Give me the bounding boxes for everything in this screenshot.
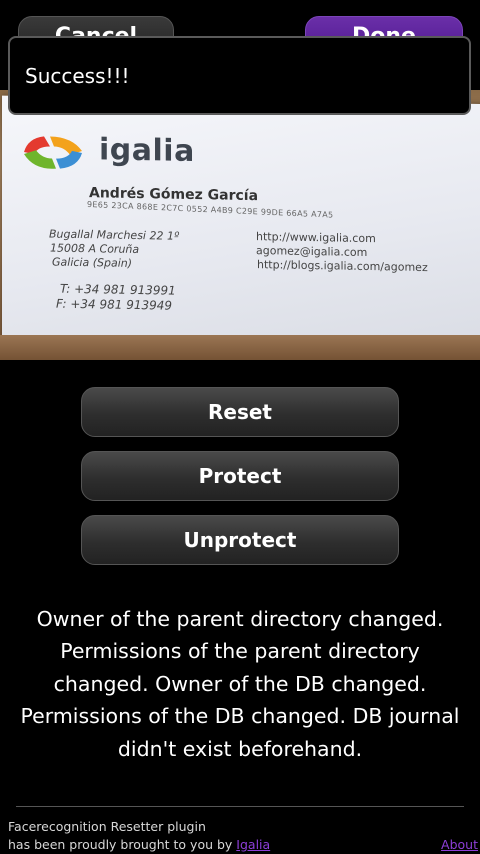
card-address-line: Bugallal Marchesi 22 1º bbox=[49, 227, 180, 243]
card-address-line: 15008 A Coruña bbox=[50, 241, 140, 257]
success-banner: Success!!! bbox=[8, 36, 471, 115]
about-link[interactable]: About bbox=[441, 836, 478, 854]
card-photo: igalia Andrés Gómez García 9E65 23CA 868… bbox=[0, 90, 480, 360]
business-card: igalia Andrés Gómez García 9E65 23CA 868… bbox=[2, 95, 480, 360]
status-message: Owner of the parent directory changed. P… bbox=[20, 607, 460, 761]
card-logo-text: igalia bbox=[99, 132, 195, 170]
footer-plugin-name: Facerecognition Resetter plugin bbox=[8, 819, 206, 834]
reset-button[interactable]: Reset bbox=[81, 387, 399, 437]
card-contact-line: http://www.igalia.com bbox=[256, 230, 376, 246]
unprotect-button[interactable]: Unprotect bbox=[81, 515, 399, 565]
footer-credit-prefix: has been proudly brought to you by bbox=[8, 837, 237, 852]
card-contact-line: http://blogs.igalia.com/agomez bbox=[257, 258, 428, 275]
footer-credits: Facerecognition Resetter plugin has been… bbox=[8, 818, 270, 854]
protect-button[interactable]: Protect bbox=[81, 451, 399, 501]
card-fax-line: F: +34 981 913949 bbox=[56, 296, 172, 313]
igalia-link[interactable]: Igalia bbox=[236, 837, 270, 852]
card-address-line: Galicia (Spain) bbox=[52, 255, 133, 270]
footer-credit-line: has been proudly brought to you by Igali… bbox=[8, 836, 270, 854]
igalia-logo-icon bbox=[24, 136, 82, 169]
card-phone-line: T: +34 981 913991 bbox=[60, 281, 176, 298]
table-surface bbox=[0, 335, 480, 360]
footer-divider bbox=[16, 806, 464, 807]
card-contact-line: agomez@igalia.com bbox=[256, 244, 368, 260]
banner-message: Success!!! bbox=[25, 64, 130, 88]
